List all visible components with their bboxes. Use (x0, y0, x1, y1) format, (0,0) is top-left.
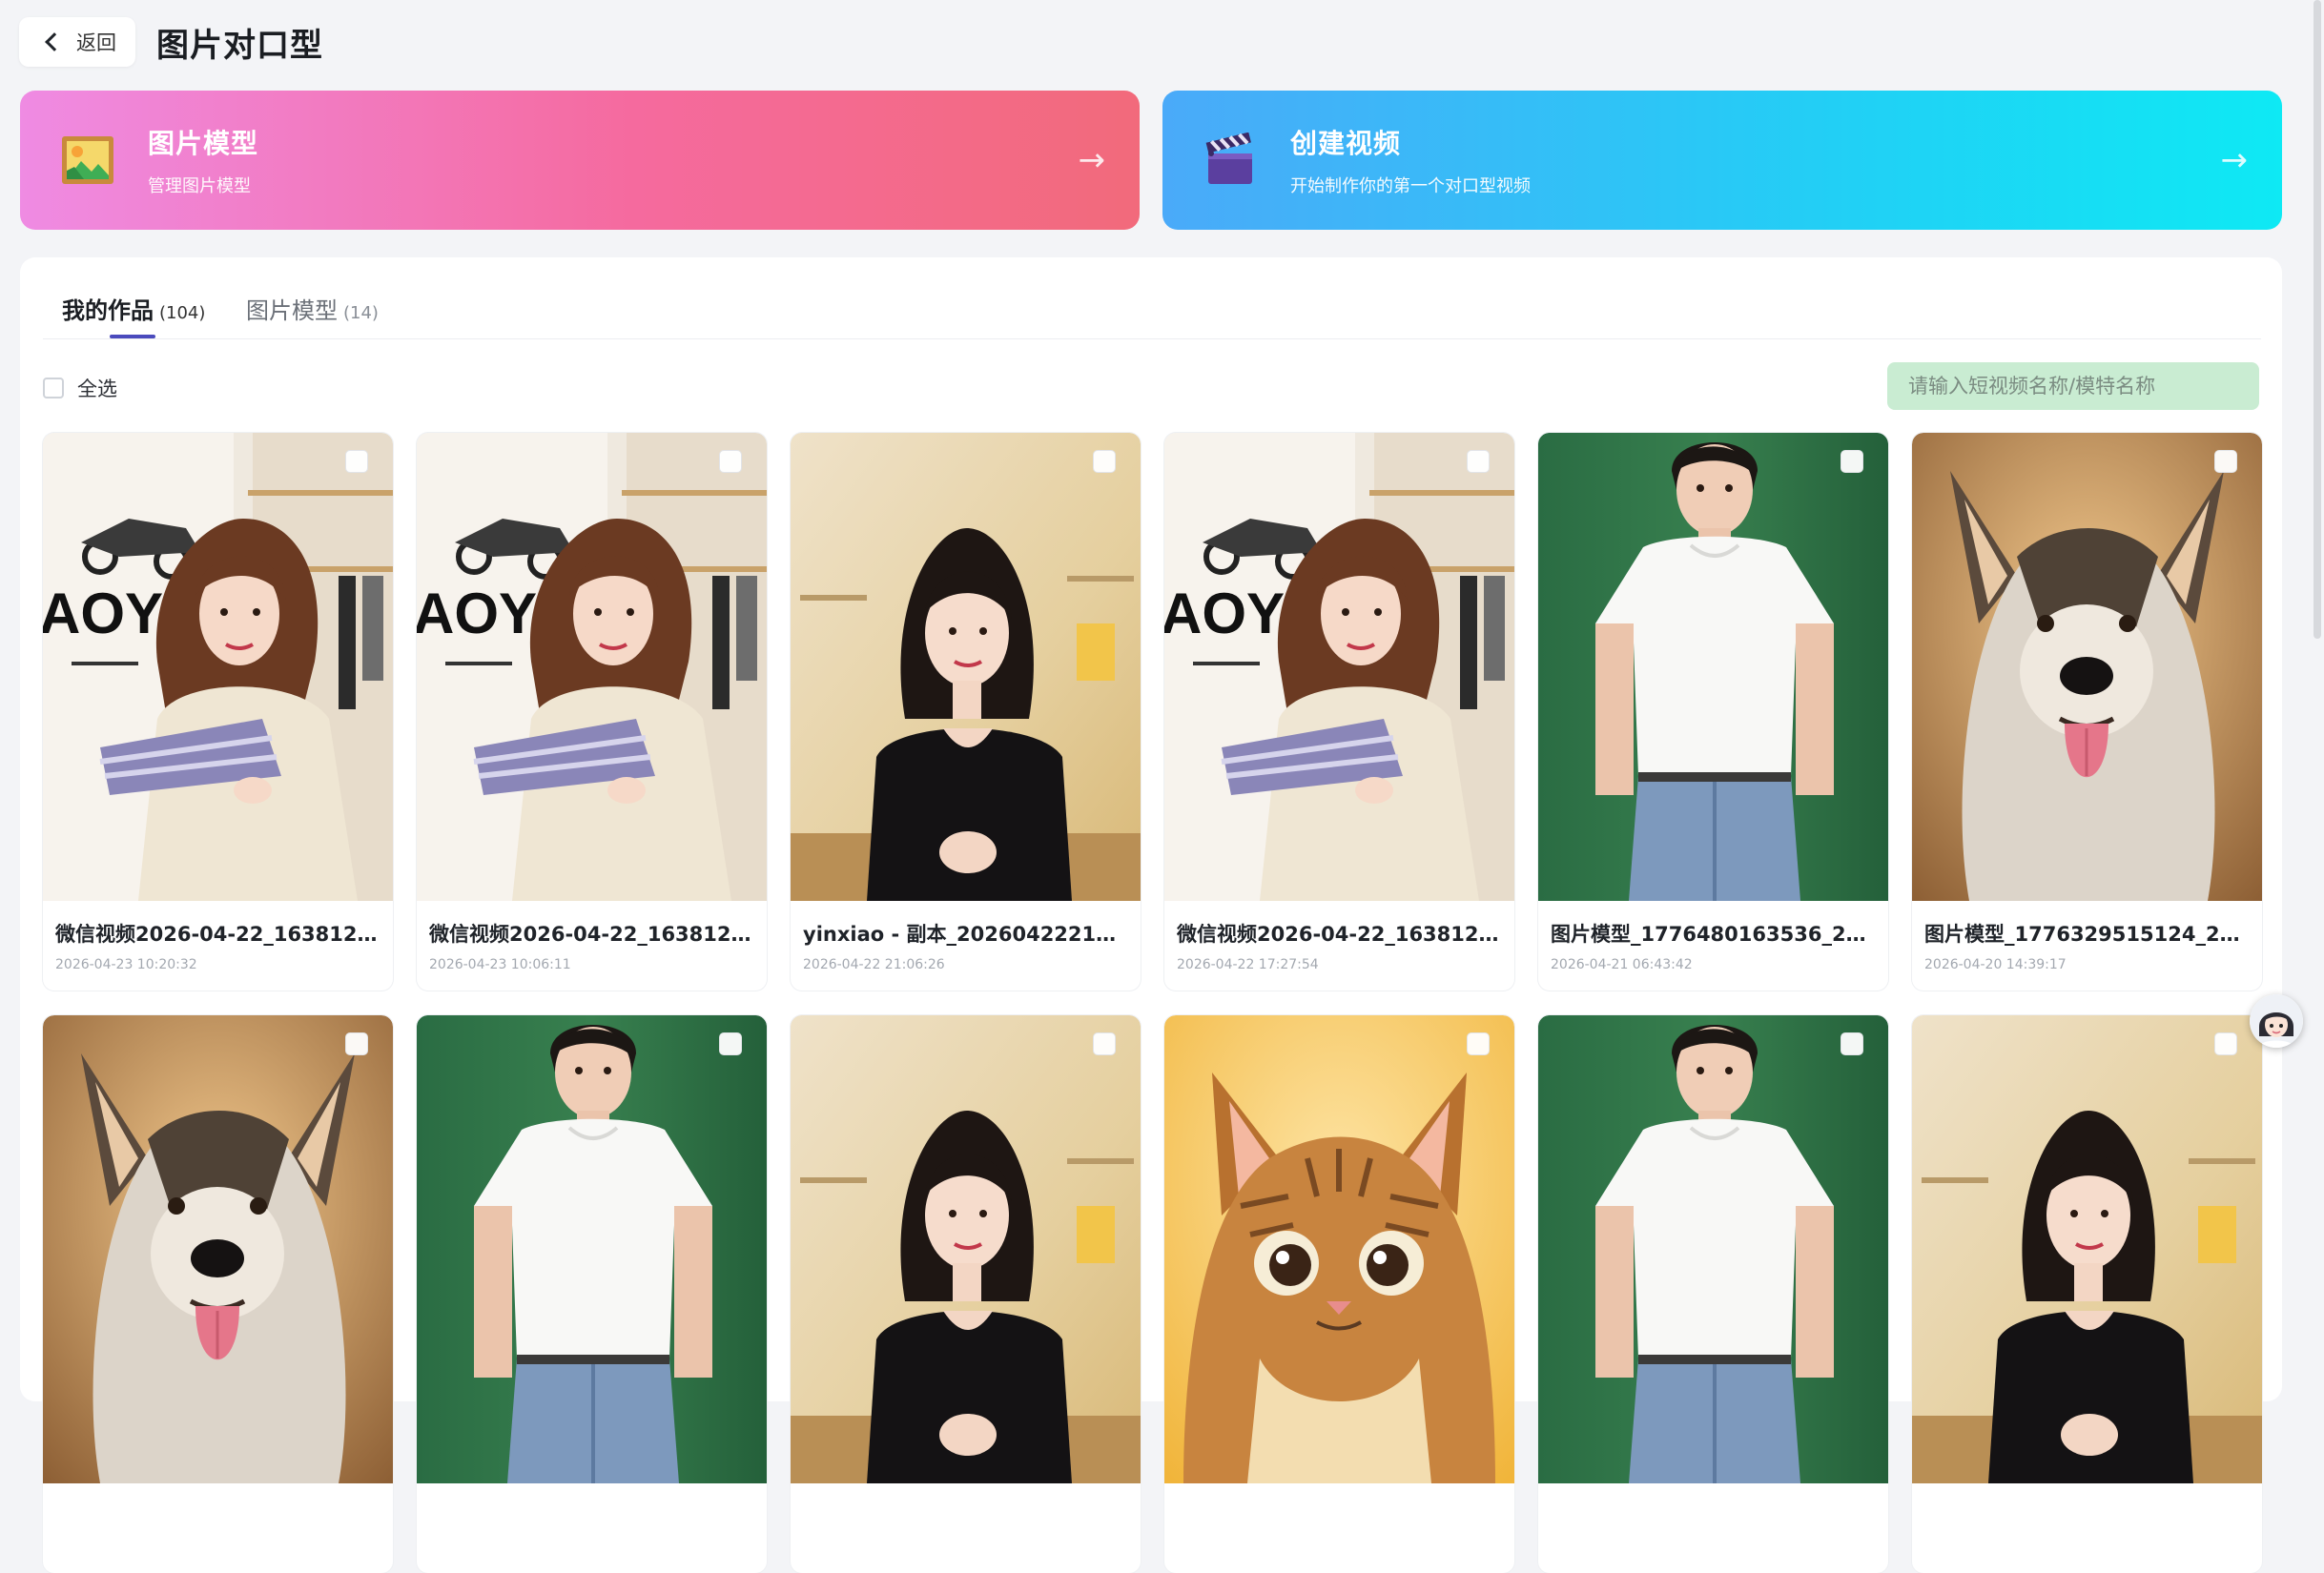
tab-my-works-count: (104) (159, 303, 206, 323)
work-thumbnail[interactable] (1538, 1015, 1888, 1483)
image-model-card[interactable]: 图片模型 管理图片模型 → (20, 91, 1140, 230)
create-video-subtitle: 开始制作你的第一个对口型视频 (1290, 176, 1531, 196)
work-thumbnail[interactable] (1912, 433, 2262, 901)
create-video-title: 创建视频 (1290, 128, 1402, 159)
page-scrollbar[interactable] (2311, 0, 2324, 1351)
work-date: 2026-04-21 06:43:42 (1551, 957, 1693, 972)
tab-image-models-label: 图片模型 (246, 297, 338, 324)
image-model-subtitle: 管理图片模型 (148, 176, 251, 196)
work-thumbnail[interactable]: AOYECI (417, 433, 767, 901)
active-tab-indicator (110, 335, 155, 338)
work-title: 微信视频2026-04-22_163812_0… (55, 923, 380, 946)
arrow-right-icon: → (1078, 141, 1106, 179)
work-select-checkbox[interactable] (345, 1032, 368, 1055)
chevron-left-icon (45, 32, 64, 51)
create-video-card[interactable]: 创建视频 开始制作你的第一个对口型视频 → (1162, 91, 2282, 230)
work-card[interactable] (1538, 1015, 1888, 1573)
work-title: yinxiao - 副本_20260422210626 (803, 923, 1127, 946)
work-thumbnail[interactable]: AOYECI (43, 433, 393, 901)
work-date: 2026-04-20 14:39:17 (1924, 957, 2067, 972)
work-thumbnail[interactable] (1164, 1015, 1514, 1483)
tab-my-works[interactable]: 我的作品 (104) (62, 292, 205, 325)
top-bar: 返回 图片对口型 (19, 17, 323, 67)
work-date: 2026-04-23 10:06:11 (429, 957, 571, 972)
tab-image-models[interactable]: 图片模型 (14) (246, 292, 379, 325)
back-button[interactable]: 返回 (19, 17, 135, 67)
works-panel: 我的作品 (104) 图片模型 (14) 全选 请输入短视频名称/模特名称 AO… (20, 257, 2282, 1573)
work-card[interactable]: AOYECI 微信视频2026-04-22_163812_0… 2026-04-… (417, 433, 767, 991)
work-date: 2026-04-22 21:06:26 (803, 957, 945, 972)
work-card[interactable] (1912, 1015, 2262, 1573)
work-thumbnail[interactable] (1538, 433, 1888, 901)
work-card[interactable] (417, 1015, 767, 1573)
work-title: 图片模型_1776329515124_2026… (1924, 923, 2249, 946)
work-select-checkbox[interactable] (719, 1032, 742, 1055)
work-card[interactable]: AOYECI 微信视频2026-04-22_163812_0… 2026-04-… (1164, 433, 1514, 991)
assistant-avatar-button[interactable] (2250, 994, 2303, 1048)
work-select-checkbox[interactable] (345, 450, 368, 473)
select-all[interactable]: 全选 (43, 374, 117, 402)
select-all-label: 全选 (77, 378, 117, 400)
work-date: 2026-04-23 10:20:32 (55, 957, 197, 972)
work-select-checkbox[interactable] (1841, 450, 1863, 473)
arrow-right-icon: → (2220, 141, 2249, 179)
work-select-checkbox[interactable] (1093, 1032, 1116, 1055)
work-select-checkbox[interactable] (2214, 1032, 2237, 1055)
search-input[interactable] (1887, 362, 2259, 410)
work-title: 图片模型_1776480163536_2026… (1551, 923, 1875, 946)
tab-bar: 我的作品 (104) 图片模型 (14) (43, 257, 2261, 339)
tab-my-works-label: 我的作品 (62, 297, 154, 324)
work-select-checkbox[interactable] (1467, 450, 1490, 473)
work-card[interactable] (1164, 1015, 1514, 1573)
framed-picture-icon (62, 136, 113, 184)
work-thumbnail[interactable] (1912, 1015, 2262, 1483)
work-title: 微信视频2026-04-22_163812_0… (429, 923, 753, 946)
work-select-checkbox[interactable] (1841, 1032, 1863, 1055)
work-select-checkbox[interactable] (1467, 1032, 1490, 1055)
page-title: 图片对口型 (156, 26, 323, 65)
work-thumbnail[interactable] (791, 433, 1141, 901)
work-thumbnail[interactable] (43, 1015, 393, 1483)
work-card[interactable]: AOYECI 微信视频2026-04-22_163812_0… 2026-04-… (43, 433, 393, 991)
assistant-avatar-icon (2250, 994, 2303, 1048)
image-model-title: 图片模型 (148, 128, 259, 159)
work-thumbnail[interactable] (791, 1015, 1141, 1483)
clapper-board-icon (1205, 133, 1252, 184)
scrollbar-thumb[interactable] (2314, 0, 2321, 639)
select-all-checkbox[interactable] (43, 378, 64, 398)
work-card[interactable] (791, 1015, 1141, 1573)
work-card[interactable]: yinxiao - 副本_20260422210626 2026-04-22 2… (791, 433, 1141, 991)
work-select-checkbox[interactable] (1093, 450, 1116, 473)
back-button-label: 返回 (76, 31, 116, 54)
work-title: 微信视频2026-04-22_163812_0… (1177, 923, 1501, 946)
work-card[interactable]: 图片模型_1776480163536_2026… 2026-04-21 06:4… (1538, 433, 1888, 991)
work-thumbnail[interactable] (417, 1015, 767, 1483)
work-thumbnail[interactable]: AOYECI (1164, 433, 1514, 901)
work-card[interactable]: 图片模型_1776329515124_2026… 2026-04-20 14:3… (1912, 433, 2262, 991)
work-select-checkbox[interactable] (2214, 450, 2237, 473)
work-card[interactable] (43, 1015, 393, 1573)
work-date: 2026-04-22 17:27:54 (1177, 957, 1319, 972)
tab-image-models-count: (14) (343, 303, 379, 323)
work-select-checkbox[interactable] (719, 450, 742, 473)
